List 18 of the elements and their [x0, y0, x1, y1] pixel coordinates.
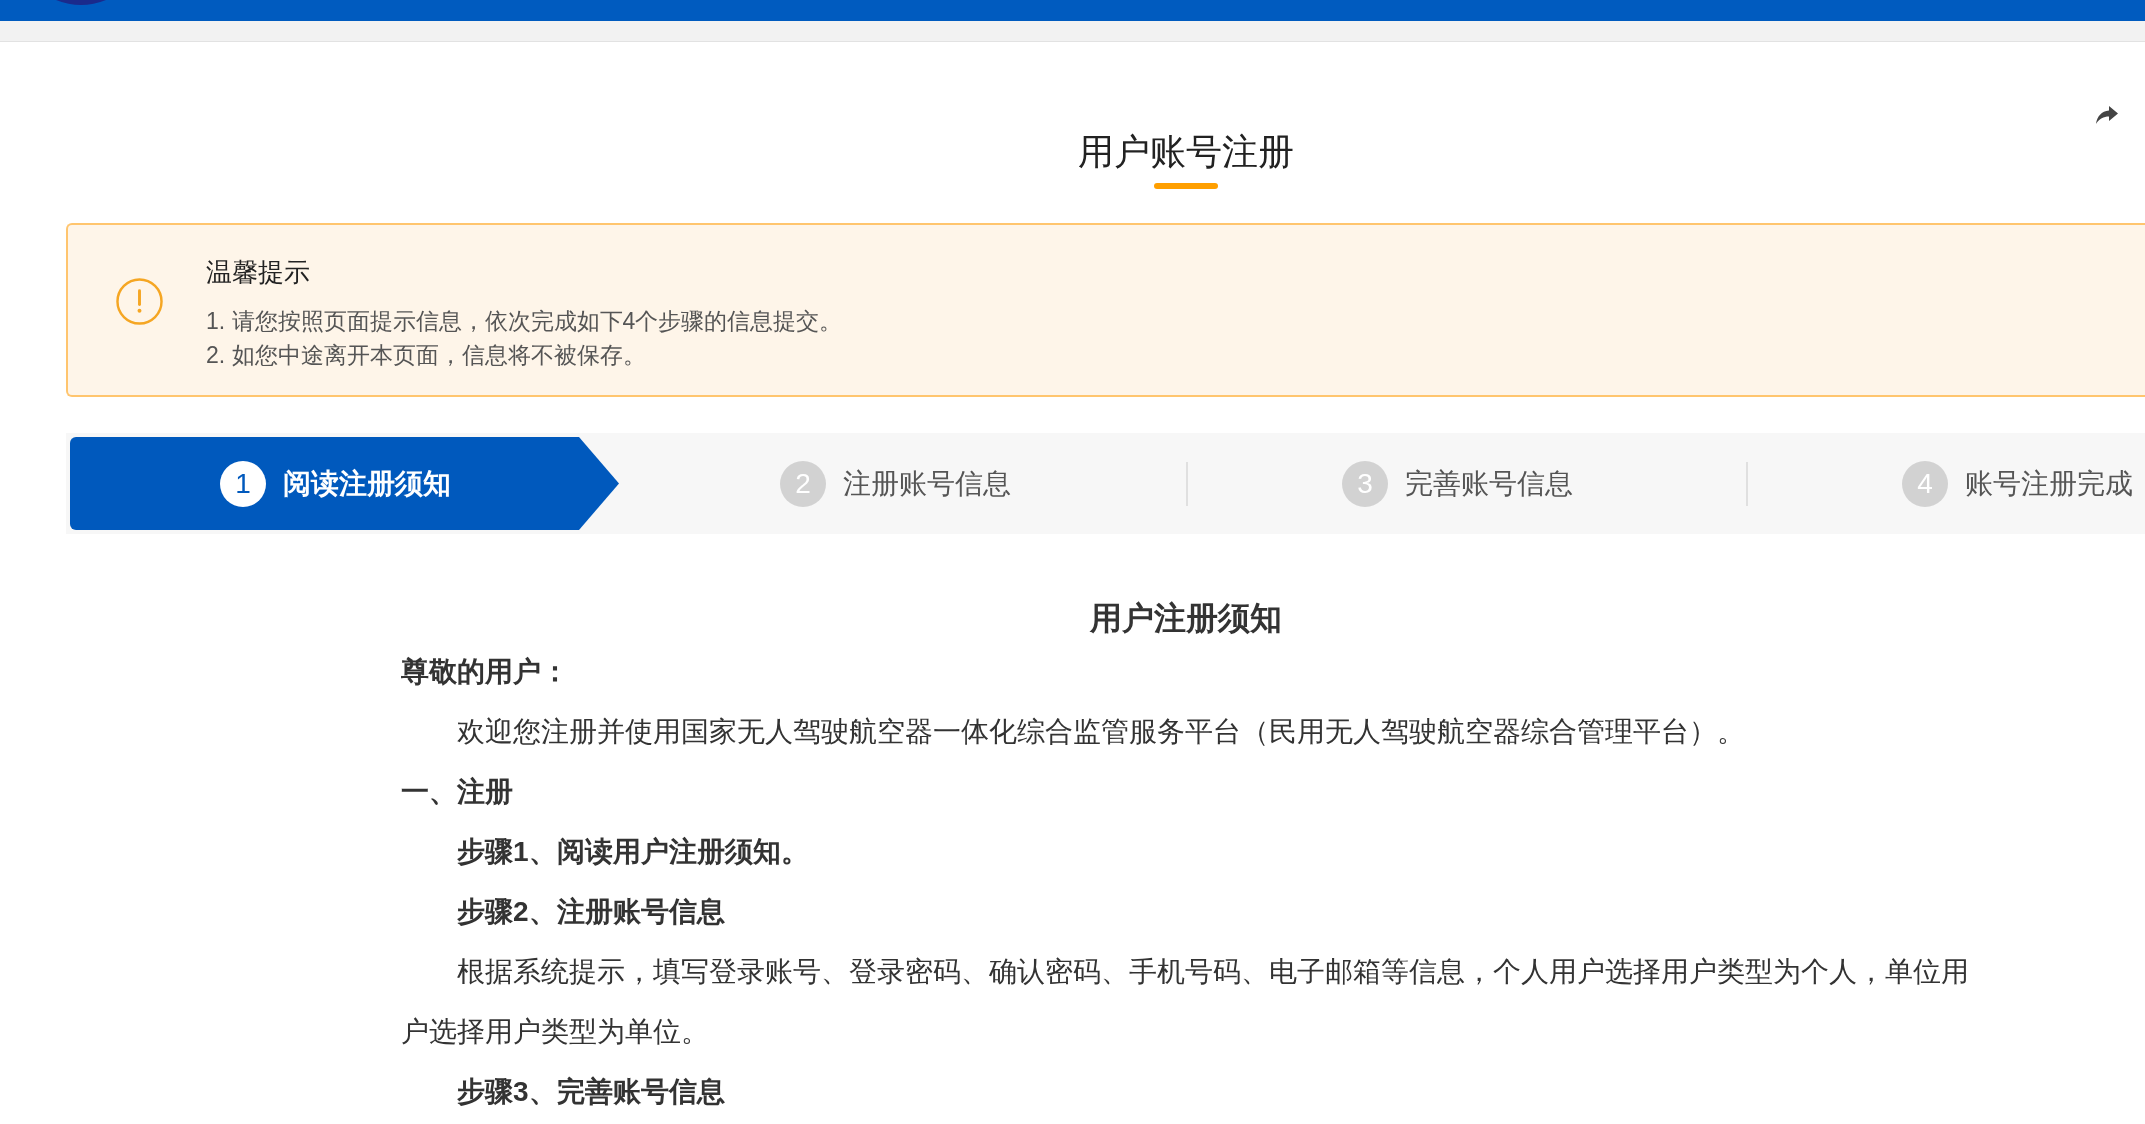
warning-icon: [116, 278, 163, 325]
section-heading: 一、注册: [401, 775, 514, 809]
section-heading: 尊敬的用户：: [401, 655, 570, 689]
paragraph-text: 欢迎您注册并使用国家无人驾驶航空器一体化综合监管服务平台（民用无人驾驶航空器综合管理平台）。: [456, 715, 1746, 749]
notice-title: 温馨提示: [206, 256, 311, 289]
paragraph-text: 根据系统提示，填写登录账号、登录密码、确认密码、手机号码、电子邮箱等信息，个人用户选择用户类型为个人，单位用户选择用户类型为单位。: [401, 955, 1970, 1049]
step-number: 1: [220, 460, 266, 507]
logo-icon: [56, 0, 106, 5]
notice-line: 1. 请您按照页面提示信息，依次完成如下4个步骤的信息提交。: [206, 307, 843, 336]
step-tab[interactable]: 1 阅读注册须知: [70, 437, 619, 530]
step-heading: 步骤1、阅读用户注册须知。: [456, 835, 810, 869]
page-title: 用户账号注册: [1078, 132, 1294, 172]
step-heading: 步骤2、注册账号信息: [456, 895, 726, 929]
title-underline: [1154, 183, 1218, 189]
agreement-title: 用户注册须知: [1089, 599, 1283, 638]
notice-line: 2. 如您中途离开本页面，信息将不被保存。: [206, 341, 647, 370]
step-heading: 步骤3、完善账号信息: [456, 1075, 726, 1109]
curved-arrow-icon[interactable]: [2096, 106, 2118, 124]
